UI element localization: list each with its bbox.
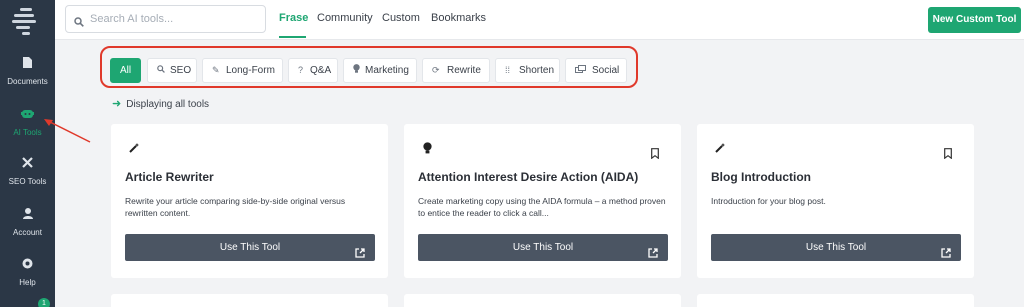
magic-wand-icon — [711, 142, 729, 160]
card-description: Rewrite your article comparing side-by-s… — [125, 196, 346, 218]
active-tab-indicator — [279, 36, 306, 38]
use-this-tool-button[interactable]: Use This Tool — [418, 234, 668, 261]
tool-card[interactable] — [111, 294, 388, 307]
tool-card[interactable] — [697, 294, 974, 307]
sidebar-item-account[interactable]: Account — [0, 208, 55, 237]
tools-icon — [0, 157, 55, 171]
card-title: Attention Interest Desire Action (AIDA) — [418, 170, 639, 184]
sidebar-item-label: Documents — [7, 77, 48, 86]
tab-frase[interactable]: Frase — [279, 12, 308, 24]
document-icon — [0, 57, 55, 71]
user-icon — [0, 208, 55, 222]
tab-bookmarks[interactable]: Bookmarks — [431, 12, 486, 24]
displaying-status: ➜ Displaying all tools — [112, 97, 209, 110]
question-icon: ? — [298, 65, 304, 75]
filter-social[interactable]: Social — [565, 58, 627, 83]
new-custom-tool-button[interactable]: New Custom Tool — [928, 7, 1021, 33]
filter-qa[interactable]: ? Q&A — [288, 58, 338, 83]
sidebar-item-documents[interactable]: Documents — [0, 57, 55, 86]
sidebar: Documents AI Tools SEO Tools Account Hel… — [0, 0, 55, 307]
card-title: Blog Introduction — [711, 170, 811, 184]
tool-card[interactable]: Attention Interest Desire Action (AIDA) … — [404, 124, 681, 278]
pencil-icon: ✎ — [212, 65, 220, 75]
filter-label: Social — [592, 65, 620, 76]
search-input[interactable] — [90, 10, 260, 28]
filter-label: Shorten — [519, 65, 555, 76]
filter-all[interactable]: All — [110, 58, 141, 83]
use-this-tool-button[interactable]: Use This Tool — [125, 234, 375, 261]
sidebar-item-label: Help — [19, 278, 36, 287]
filter-label: Rewrite — [447, 65, 481, 76]
use-this-tool-button[interactable]: Use This Tool — [711, 234, 961, 261]
filter-long-form[interactable]: ✎ Long-Form — [202, 58, 283, 83]
sidebar-item-help[interactable]: Help — [0, 258, 55, 287]
filter-label: Marketing — [365, 65, 409, 76]
filter-label: Q&A — [310, 65, 332, 76]
filter-marketing[interactable]: Marketing — [343, 58, 417, 83]
filter-bar: All SEO ✎ Long-Form ? Q&A Marketing ⟳ Re… — [100, 46, 638, 88]
displaying-text: Displaying all tools — [126, 99, 210, 110]
lightbulb-icon — [418, 142, 436, 160]
sidebar-item-label: SEO Tools — [8, 177, 47, 186]
button-label: Use This Tool — [805, 242, 867, 253]
help-icon — [0, 258, 55, 272]
compress-icon: ⁞⁞ — [505, 65, 511, 75]
button-label: Use This Tool — [512, 242, 574, 253]
filter-rewrite[interactable]: ⟳ Rewrite — [422, 58, 490, 83]
search-box[interactable] — [65, 5, 266, 33]
external-link-icon — [355, 242, 365, 258]
notification-badge[interactable]: 1 — [38, 298, 50, 307]
tool-card[interactable]: Blog Introduction Introduction for your … — [697, 124, 974, 278]
arrow-right-icon: ➜ — [112, 98, 122, 110]
share-icon — [575, 59, 586, 82]
card-description: Create marketing copy using the AIDA for… — [418, 196, 666, 218]
filter-label: All — [119, 65, 132, 76]
search-icon — [157, 59, 165, 82]
sidebar-item-label: Account — [13, 228, 42, 237]
magic-wand-icon — [125, 142, 143, 160]
tool-card[interactable]: Article Rewriter Rewrite your article co… — [111, 124, 388, 278]
refresh-icon: ⟳ — [432, 65, 440, 75]
lightbulb-icon — [353, 59, 360, 82]
sidebar-item-seo-tools[interactable]: SEO Tools — [0, 157, 55, 186]
search-icon — [74, 14, 84, 27]
bookmark-icon[interactable] — [944, 146, 952, 160]
card-title: Article Rewriter — [125, 170, 214, 184]
external-link-icon — [941, 242, 951, 258]
tab-community[interactable]: Community — [317, 12, 373, 24]
tab-custom[interactable]: Custom — [382, 12, 420, 24]
card-description: Introduction for your blog post. — [711, 196, 826, 206]
tool-card[interactable] — [404, 294, 681, 307]
bookmark-icon[interactable] — [651, 146, 659, 160]
top-bar: Frase Community Custom Bookmarks New Cus… — [55, 0, 1024, 40]
external-link-icon — [648, 242, 658, 258]
filter-label: Long-Form — [226, 65, 275, 76]
filter-seo[interactable]: SEO — [147, 58, 197, 83]
filter-label: SEO — [170, 65, 192, 76]
button-label: Use This Tool — [219, 242, 281, 253]
filter-shorten[interactable]: ⁞⁞ Shorten — [495, 58, 560, 83]
app-logo-icon[interactable] — [12, 8, 42, 35]
